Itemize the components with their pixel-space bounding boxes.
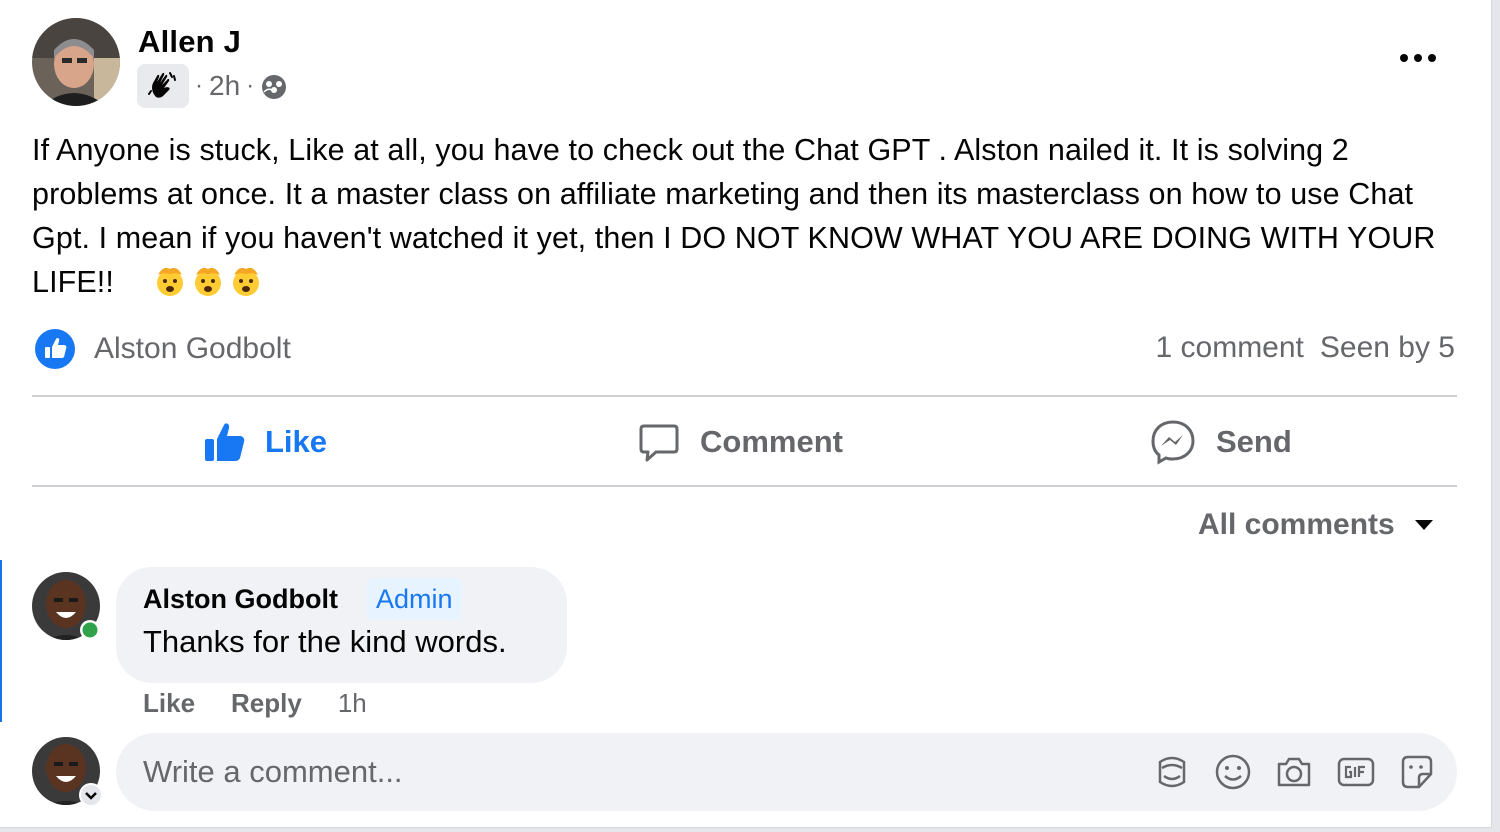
comment-text: Thanks for the kind words. — [143, 624, 507, 659]
like-reaction-icon — [35, 329, 75, 369]
author-avatar[interactable] — [32, 18, 120, 106]
thumbs-up-icon — [205, 423, 245, 461]
send-label: Send — [1216, 424, 1292, 459]
post-meta: · 2h · — [137, 64, 288, 108]
post-time[interactable]: 2h — [209, 70, 240, 102]
online-status-dot — [82, 622, 98, 638]
waving-hand-icon[interactable] — [137, 64, 189, 108]
camera-icon[interactable] — [1274, 752, 1314, 792]
reactor-name: Alston Godbolt — [94, 332, 291, 365]
avatar-sticker-icon[interactable] — [1152, 752, 1192, 792]
send-button[interactable]: Send — [1150, 412, 1292, 472]
seen-by[interactable]: Seen by 5 — [1320, 331, 1455, 365]
exploding-head-emoji — [156, 267, 183, 296]
like-label: Like — [265, 424, 328, 459]
dot-icon — [1428, 54, 1436, 62]
comment-label: Comment — [700, 424, 843, 459]
dot-icon — [1414, 54, 1422, 62]
filter-label: All comments — [1198, 508, 1395, 541]
emoji-icon[interactable] — [1213, 752, 1253, 792]
author-name[interactable]: Allen J — [138, 24, 241, 60]
post-stats: 1 comment Seen by 5 — [1156, 331, 1456, 365]
comment-input[interactable] — [143, 752, 1043, 792]
group-audience-icon — [262, 75, 287, 99]
messenger-icon — [1151, 420, 1195, 465]
admin-badge: Admin — [367, 578, 462, 620]
divider — [32, 485, 1457, 487]
comment-count[interactable]: 1 comment — [1156, 331, 1304, 365]
sticker-icon[interactable] — [1397, 752, 1437, 792]
comment-time[interactable]: 1h — [338, 688, 367, 719]
caret-down-icon — [1414, 520, 1433, 530]
post-card: Allen J · 2h · If Anyone is stuck, Like … — [0, 0, 1492, 828]
commenter-avatar[interactable] — [32, 572, 102, 642]
reactions-summary[interactable]: Alston Godbolt — [34, 328, 291, 370]
exploding-head-emoji — [232, 267, 259, 296]
meta-separator-2: · — [246, 72, 255, 99]
post-text: If Anyone is stuck, Like at all, you hav… — [32, 128, 1472, 304]
gif-icon[interactable] — [1336, 752, 1376, 792]
more-options-button[interactable] — [1396, 44, 1440, 72]
all-comments-dropdown[interactable]: All comments — [1198, 508, 1435, 542]
commenter-name[interactable]: Alston Godbolt — [143, 584, 338, 615]
emoji-group — [153, 263, 263, 297]
exploding-head-emoji — [194, 267, 221, 296]
meta-separator: · — [195, 72, 203, 99]
current-user-avatar[interactable] — [32, 736, 104, 808]
dot-icon — [1400, 54, 1408, 62]
comment-actions: Like Reply 1h — [143, 688, 367, 719]
comment-reply-button[interactable]: Reply — [231, 688, 302, 719]
comment-like-button[interactable]: Like — [143, 688, 195, 719]
comment-thread-indicator — [0, 560, 2, 722]
comment-bubble-icon — [639, 424, 679, 462]
comment-button[interactable]: Comment — [638, 412, 843, 472]
like-button[interactable]: Like — [203, 412, 327, 472]
divider — [32, 395, 1457, 397]
